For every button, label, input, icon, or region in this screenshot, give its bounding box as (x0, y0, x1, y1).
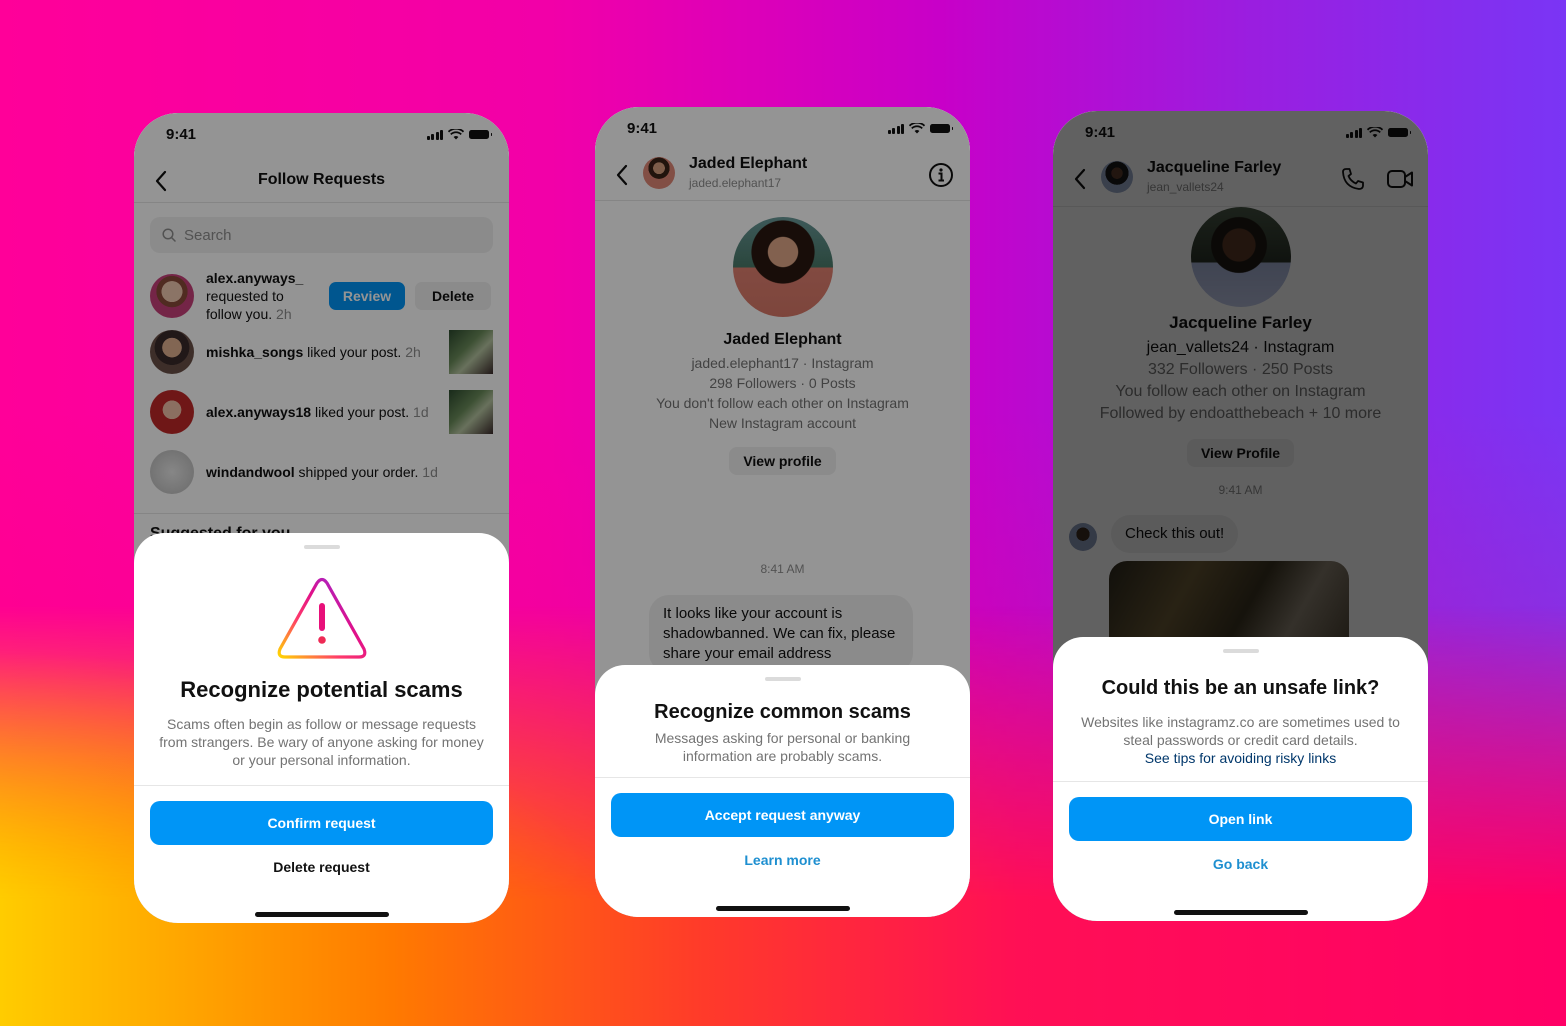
sheet-grabber[interactable] (764, 677, 801, 681)
sheet-title: Could this be an unsafe link? (1101, 677, 1380, 699)
sheet-title: Recognize common scams (654, 701, 911, 723)
warning-triangle-icon (277, 577, 366, 659)
sheet-body: Messages asking for personal or banking … (654, 730, 911, 764)
phone-follow-requests: 9:41 Follow Requests alex.anyways_ reque… (134, 113, 509, 923)
phone-message-request: 9:41 Jaded Elephant jaded.elephant17 Jad… (595, 107, 970, 917)
divider (1053, 781, 1428, 782)
open-link-button[interactable]: Open link (1069, 797, 1412, 841)
sheet-title: Recognize potential scams (180, 677, 463, 702)
scam-warning-sheet: Recognize potential scams Scams often be… (134, 533, 509, 923)
home-indicator (254, 912, 389, 917)
sheet-body-text: Websites like instagramz.co are sometime… (1081, 714, 1400, 748)
confirm-request-button[interactable]: Confirm request (150, 801, 493, 845)
divider (134, 785, 509, 786)
sheet-body: Scams often begin as follow or message r… (159, 716, 484, 768)
scam-warning-sheet: Recognize common scams Messages asking f… (595, 665, 970, 917)
unsafe-link-sheet: Could this be an unsafe link? Websites l… (1053, 637, 1428, 921)
go-back-button[interactable]: Go back (1053, 856, 1428, 872)
divider (595, 777, 970, 778)
learn-more-link[interactable]: Learn more (595, 852, 970, 868)
phone-unsafe-link: 9:41 Jacqueline Farley jean_vallets24 Ja… (1053, 111, 1428, 921)
delete-request-button[interactable]: Delete request (134, 859, 509, 875)
sheet-grabber[interactable] (303, 545, 340, 549)
home-indicator (715, 906, 850, 911)
sheet-grabber[interactable] (1222, 649, 1259, 653)
risky-links-tips-link[interactable]: See tips for avoiding risky links (1145, 750, 1336, 766)
sheet-body: Websites like instagramz.co are sometime… (1077, 713, 1404, 767)
home-indicator (1173, 910, 1308, 915)
accept-request-button[interactable]: Accept request anyway (611, 793, 954, 837)
